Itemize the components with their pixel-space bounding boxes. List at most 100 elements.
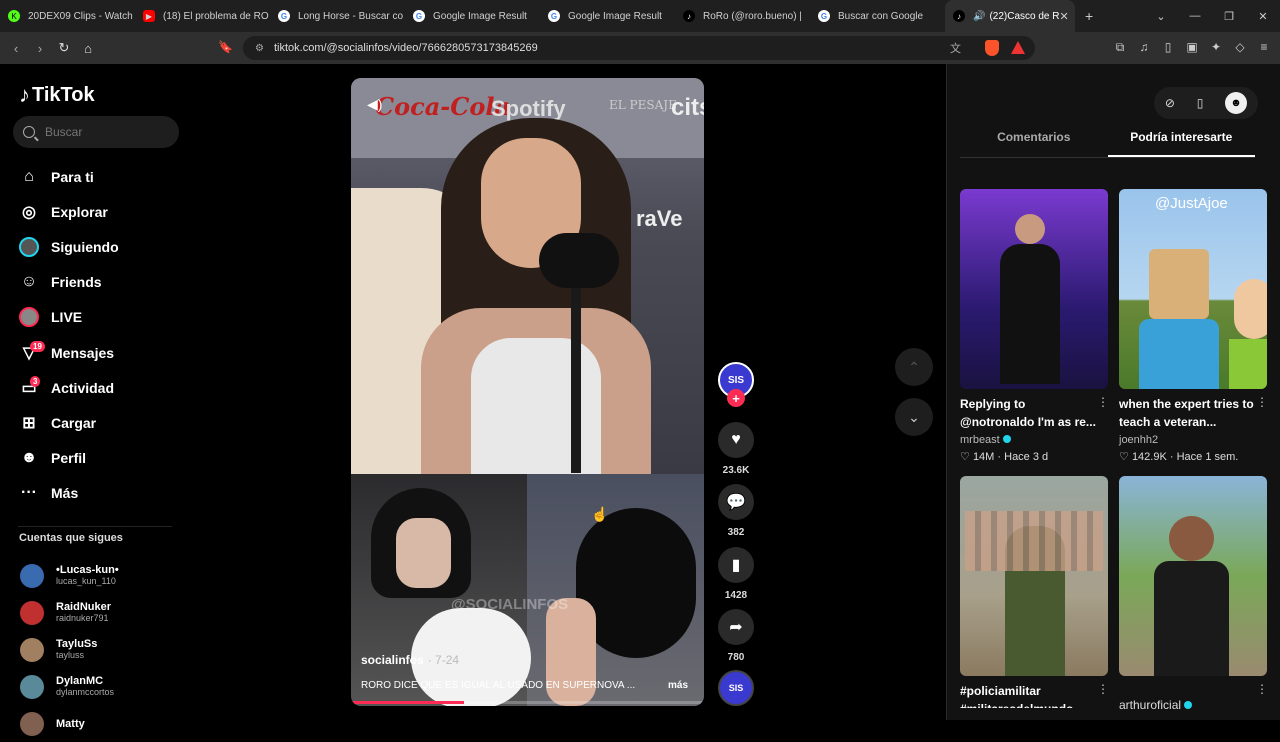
mic-stand [571,283,581,473]
follow-plus-button[interactable]: + [727,389,745,407]
recommended-video-thumbnail[interactable] [960,189,1108,389]
url-field[interactable]: ⚙ tiktok.com/@socialinfos/video/76662805… [243,36,1035,60]
following-account[interactable]: RaidNuker raidnuker791 [20,594,119,631]
video-player[interactable]: Coca-Cola Spotify EL PESAJE cits raVe @S… [351,78,704,706]
google-icon: G [548,10,560,22]
browser-tab[interactable]: ▶ (18) El problema de RO [135,0,270,32]
music-icon[interactable]: ♫ [1136,40,1152,56]
previous-video-button[interactable]: ⌃ [895,348,933,386]
nav-item-actividad[interactable]: ▭ 3 Actividad [18,370,188,405]
more-options-icon[interactable]: ⋮ [1256,682,1268,696]
avatar [20,563,44,588]
wallet-icon[interactable]: ▣ [1184,40,1200,56]
search-icon [23,126,35,138]
recommended-video-user[interactable]: mrbeast [960,434,1011,446]
share-button[interactable]: ➦ [718,609,754,645]
forward-icon[interactable]: › [28,41,52,56]
device-icon[interactable]: ▯ [1197,96,1204,110]
avatar [20,674,44,699]
caption-more-button[interactable]: más [668,680,688,691]
nav-item-mensajes[interactable]: ▽ 19 Mensajes [18,335,188,370]
coins-icon[interactable]: ⊘ [1165,96,1175,110]
sidebar-divider [18,526,172,527]
following-account[interactable]: •Lucas-kun• lucas_kun_110 [20,557,119,594]
nav-item-siguiendo[interactable]: Siguiendo [18,229,188,264]
nav-item-live[interactable]: LIVE [18,300,188,335]
heart-outline-icon: ♡ [1119,451,1129,463]
extensions-toolbar: ⧉ ♫ ▯ ▣ ✦ ◇ ≡ [1112,40,1272,56]
comment-button[interactable]: 💬 [718,484,754,520]
browser-tab[interactable]: ♪ RoRo (@roro.bueno) | [675,0,810,32]
cartoon-figure [1139,319,1219,389]
music-disc[interactable]: SIS [718,670,754,706]
following-list: •Lucas-kun• lucas_kun_110 RaidNuker raidnu… [20,557,119,742]
save-button[interactable]: ▮ [718,547,754,583]
recommended-video-title[interactable]: Replying to @notronaldo I'm as re... [960,395,1098,431]
profile-avatar-icon[interactable]: ☻ [1225,92,1248,114]
reload-icon[interactable]: ↻ [52,40,76,56]
leo-icon[interactable]: ✦ [1208,40,1224,56]
recommended-video-thumbnail[interactable] [1119,476,1267,676]
bookmark-icon[interactable]: 🔖 [218,40,233,54]
video-author[interactable]: socialinfos · 7-24 [361,653,459,667]
new-tab-button[interactable]: + [1085,8,1105,24]
minimize-button[interactable]: — [1178,10,1212,22]
browser-tab[interactable]: G Google Image Result [405,0,540,32]
tab-search-icon[interactable]: ⌄ [1144,10,1178,23]
nav-item-explorar[interactable]: ◎ Explorar [18,194,188,229]
recommended-video-thumbnail[interactable]: @JustAjoe [1119,189,1267,389]
sidebar-icon[interactable]: ▯ [1160,40,1176,56]
following-account[interactable]: TayluSs tayluss [20,631,119,668]
nav-item-mas[interactable]: ··· Más [18,476,188,511]
browser-tab[interactable]: G Google Image Result [540,0,675,32]
nav-item-para-ti[interactable]: ⌂ Para ti [18,159,188,194]
more-options-icon[interactable]: ⋮ [1097,682,1109,696]
next-video-button[interactable]: ⌄ [895,398,933,436]
verified-icon [1002,435,1011,443]
following-account[interactable]: DylanMC dylanmccortos [20,668,119,705]
maximize-button[interactable]: ❐ [1212,10,1246,23]
browser-tab[interactable]: G Buscar con Google [810,0,945,32]
tab-comentarios[interactable]: Comentarios [960,130,1108,157]
back-icon[interactable]: ‹ [4,41,28,56]
browser-tab[interactable]: G Long Horse - Buscar co [270,0,405,32]
recommended-video-title[interactable]: when the expert tries to teach a veteran… [1119,395,1257,431]
volume-icon[interactable]: ◀) [367,96,382,113]
home-icon[interactable]: ⌂ [76,41,100,56]
tab-favicon-icon: K [8,10,20,22]
recommended-video-user[interactable]: joenhh2 [1119,434,1158,446]
vpn-icon[interactable]: ◇ [1232,40,1248,56]
nav-item-cargar[interactable]: ⊞ Cargar [18,405,188,440]
tiktok-logo[interactable]: ♪ TikTok [19,82,95,108]
chevron-up-icon: ⌃ [908,358,920,375]
browser-tab-active[interactable]: ♪ 🔊 (22)Casco de R ✕ [945,0,1075,32]
recommended-video-title[interactable]: #policiamilitar #militaresdelmundo [960,682,1098,708]
search-input[interactable] [45,125,165,139]
more-options-icon[interactable]: ⋮ [1097,395,1109,409]
brave-rewards-icon[interactable] [1011,41,1025,54]
video-progress-bar[interactable] [351,701,704,704]
close-tab-icon[interactable]: ✕ [1059,10,1068,23]
cartoon-figure [1149,249,1209,319]
search-bar[interactable] [13,116,179,148]
more-options-icon[interactable]: ⋮ [1256,395,1268,409]
address-bar-row: ‹ › ↻ ⌂ ⚙ tiktok.com/@socialinfos/video/… [0,32,1280,64]
nav-item-friends[interactable]: ☺ Friends [18,265,188,300]
tab-podria-interesarte[interactable]: Podría interesarte [1107,130,1255,157]
like-button[interactable]: ♥ [718,422,754,458]
backdrop-logo: cits [671,94,704,121]
menu-icon[interactable]: ≡ [1256,40,1272,56]
mouse-cursor-icon: ☝ [591,506,609,522]
nav-item-perfil[interactable]: ☻ Perfil [18,441,188,476]
right-panel-tabs: Comentarios Podría interesarte [960,130,1255,158]
following-account[interactable]: Matty [20,705,119,742]
browser-tab[interactable]: K 20DEX09 Clips - Watch [0,0,135,32]
recommended-video-thumbnail[interactable] [960,476,1108,676]
brave-shields-icon[interactable] [985,40,999,56]
translate-icon[interactable]: 文 [950,40,961,56]
close-window-button[interactable]: ✕ [1246,10,1280,23]
share-count: 780 [727,652,745,663]
extensions-icon[interactable]: ⧉ [1112,40,1128,56]
recommended-video-user[interactable]: arthuroficial [1119,698,1193,712]
site-info-icon[interactable]: ⚙ [255,43,264,54]
